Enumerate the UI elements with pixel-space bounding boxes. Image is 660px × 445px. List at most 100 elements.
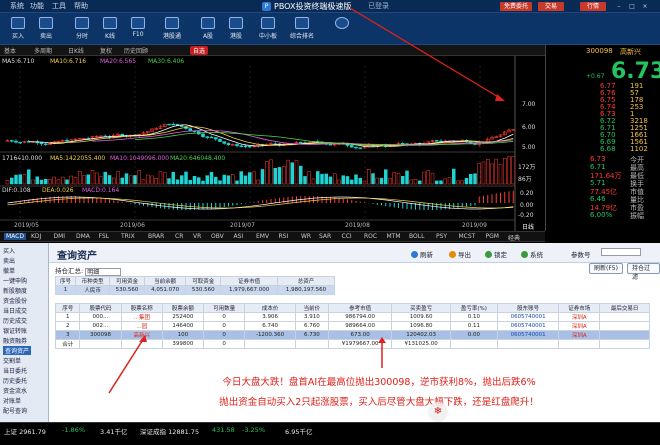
- lock-button[interactable]: 锁定: [485, 249, 507, 259]
- table-row[interactable]: 2 002… …园 146400 0 6.740 6.760 989664.00 1096.80…: [54, 321, 650, 331]
- column-header[interactable]: 买卖盈亏: [391, 303, 451, 313]
- indicator-tab[interactable]: CCI: [342, 233, 352, 240]
- trade-nav-item[interactable]: 银证转账: [3, 326, 27, 335]
- column-header[interactable]: 盈亏率(%): [449, 303, 499, 313]
- column-header[interactable]: 成本价: [244, 303, 296, 313]
- trade-nav-item[interactable]: 资金股份: [3, 296, 27, 305]
- quote-button[interactable]: 行情: [580, 2, 606, 11]
- maximize-icon[interactable]: □: [628, 2, 636, 11]
- trade-nav-item[interactable]: 对账单: [3, 396, 21, 405]
- close-icon[interactable]: ×: [641, 2, 649, 11]
- table-row[interactable]: 3 300098 高新兴 100 0 -1200.360 6.730 673.00 120402…: [54, 330, 650, 340]
- indicator-tab[interactable]: DMA: [76, 233, 90, 240]
- trade-nav-item[interactable]: 配号查询: [3, 406, 27, 415]
- indicator-tab[interactable]: ROC: [364, 233, 377, 240]
- column-header[interactable]: 股票代码: [79, 303, 122, 313]
- indicator-tab[interactable]: 经典: [508, 233, 520, 242]
- column-header[interactable]: 证券市场: [558, 303, 601, 313]
- indicator-tab[interactable]: EMV: [256, 233, 269, 240]
- ranking-tool-button[interactable]: 综合排名: [290, 15, 314, 43]
- column-header[interactable]: 可用数量: [203, 303, 246, 313]
- trade-nav-item[interactable]: 当日成交: [3, 306, 27, 315]
- trade-nav-item[interactable]: 买入: [3, 246, 15, 255]
- indicator-tab[interactable]: WR: [301, 233, 311, 240]
- column-header[interactable]: 当前价: [294, 303, 329, 313]
- trade-nav-item[interactable]: 撤单: [3, 266, 15, 275]
- column-header[interactable]: 可用资金: [109, 276, 145, 286]
- column-header[interactable]: 股票名称: [120, 303, 163, 313]
- frequency-label[interactable]: 日线: [522, 222, 534, 231]
- indicator-tab[interactable]: BRAR: [148, 233, 164, 240]
- menu-tools[interactable]: 工具: [52, 1, 66, 11]
- indicator-tab[interactable]: VR: [193, 233, 201, 240]
- indicator-tab[interactable]: MTM: [387, 233, 401, 240]
- trade-nav-item[interactable]: 查询资产: [3, 346, 32, 355]
- column-header[interactable]: 币种类型: [75, 276, 111, 286]
- buy-tool-button[interactable]: 买入: [6, 15, 30, 43]
- intraday-tool-button[interactable]: 分时: [70, 15, 94, 43]
- column-header[interactable]: 序号: [54, 303, 81, 313]
- indicator-tab[interactable]: PGM: [486, 233, 499, 240]
- trade-nav-item[interactable]: 卖出: [3, 256, 15, 265]
- a-share-tool-button[interactable]: A股: [196, 15, 220, 43]
- indicator-tab[interactable]: MACD: [4, 233, 26, 240]
- indicator-tab[interactable]: TRIX: [121, 233, 135, 240]
- export-button[interactable]: 导出: [449, 249, 471, 259]
- indicator-tab[interactable]: SAR: [319, 233, 331, 240]
- refresh-button[interactable]: 刷新: [411, 249, 433, 259]
- trade-nav-item[interactable]: 历史委托: [3, 376, 27, 385]
- column-header[interactable]: 证券市值: [220, 276, 279, 286]
- indicator-tab[interactable]: MCST: [459, 233, 476, 240]
- kline-tool-button[interactable]: K线: [98, 15, 122, 43]
- column-header[interactable]: 股东账号: [497, 303, 560, 313]
- tab-watchlist[interactable]: 自选: [190, 46, 209, 55]
- summary-select[interactable]: 明细: [85, 268, 122, 276]
- indicator-tab[interactable]: RSI: [279, 233, 289, 240]
- sell-tool-button[interactable]: 卖出: [34, 15, 58, 43]
- column-header[interactable]: 当前余额: [143, 276, 187, 286]
- column-header[interactable]: 序号: [54, 276, 77, 286]
- table-row[interactable]: 1 人民币 530.560 4,051.070 530.560 1,979,667.000…: [54, 285, 335, 295]
- tab-daily-kline[interactable]: 日K线: [68, 46, 84, 55]
- indicator-tab[interactable]: FSL: [99, 233, 110, 240]
- trade-button[interactable]: 交易: [538, 2, 564, 11]
- tab-history[interactable]: 历史回顾: [124, 46, 148, 55]
- param-input[interactable]: [601, 248, 641, 256]
- tab-multi-period[interactable]: 多周期: [34, 46, 52, 55]
- indicator-tab[interactable]: PSY: [436, 233, 447, 240]
- indicator-tab[interactable]: DMI: [54, 233, 66, 240]
- menu-function[interactable]: 功能: [30, 1, 44, 11]
- trade-nav-item[interactable]: 当日委托: [3, 366, 27, 375]
- hk-connect-tool-button[interactable]: 港股通: [160, 15, 184, 43]
- indicator-tab[interactable]: KDJ: [31, 233, 41, 240]
- refresh-tool-button[interactable]: [330, 15, 354, 43]
- trade-nav-item[interactable]: 交割单: [3, 356, 21, 365]
- column-header[interactable]: 总资产: [277, 276, 335, 286]
- sme-board-tool-button[interactable]: 中小板: [256, 15, 280, 43]
- table-row[interactable]: 1 000… …集团 252400 0 3.906 3.910 986794.00 1009.6…: [54, 312, 650, 322]
- refresh-f5-button[interactable]: 刷新(F5): [589, 263, 623, 274]
- column-header[interactable]: 可取资金: [185, 276, 222, 286]
- trade-nav-item[interactable]: 新股额度: [3, 286, 27, 295]
- system-button[interactable]: 系统: [521, 249, 543, 259]
- indicator-tab[interactable]: CR: [175, 233, 183, 240]
- kline-chart[interactable]: MA5:6.710 MA10:6.716 MA20:6.565 MA30:6.4…: [0, 56, 545, 231]
- indicator-tab[interactable]: ASI: [234, 233, 244, 240]
- tab-basic[interactable]: 基本: [4, 46, 16, 55]
- minimize-icon[interactable]: –: [615, 2, 623, 11]
- position-filter-button[interactable]: 持仓过滤: [627, 263, 660, 281]
- menu-help[interactable]: 帮助: [74, 1, 88, 11]
- trade-nav-item[interactable]: 一键申购: [3, 276, 27, 285]
- trade-nav-item[interactable]: 融资融券: [3, 336, 27, 345]
- hk-stock-tool-button[interactable]: 港股: [224, 15, 248, 43]
- indicator-tab[interactable]: OBV: [211, 233, 224, 240]
- menu-system[interactable]: 系统: [10, 1, 24, 11]
- column-header[interactable]: 最后交易日: [599, 303, 650, 313]
- column-header[interactable]: 参考市值: [327, 303, 393, 313]
- f10-tool-button[interactable]: F10: [126, 15, 150, 43]
- tab-adjust[interactable]: 复权: [100, 46, 112, 55]
- trade-nav-item[interactable]: 历史成交: [3, 316, 27, 325]
- free-order-button[interactable]: 免费委托: [500, 2, 532, 11]
- column-header[interactable]: 股票余额: [161, 303, 205, 313]
- indicator-tab[interactable]: BOLL: [409, 233, 424, 240]
